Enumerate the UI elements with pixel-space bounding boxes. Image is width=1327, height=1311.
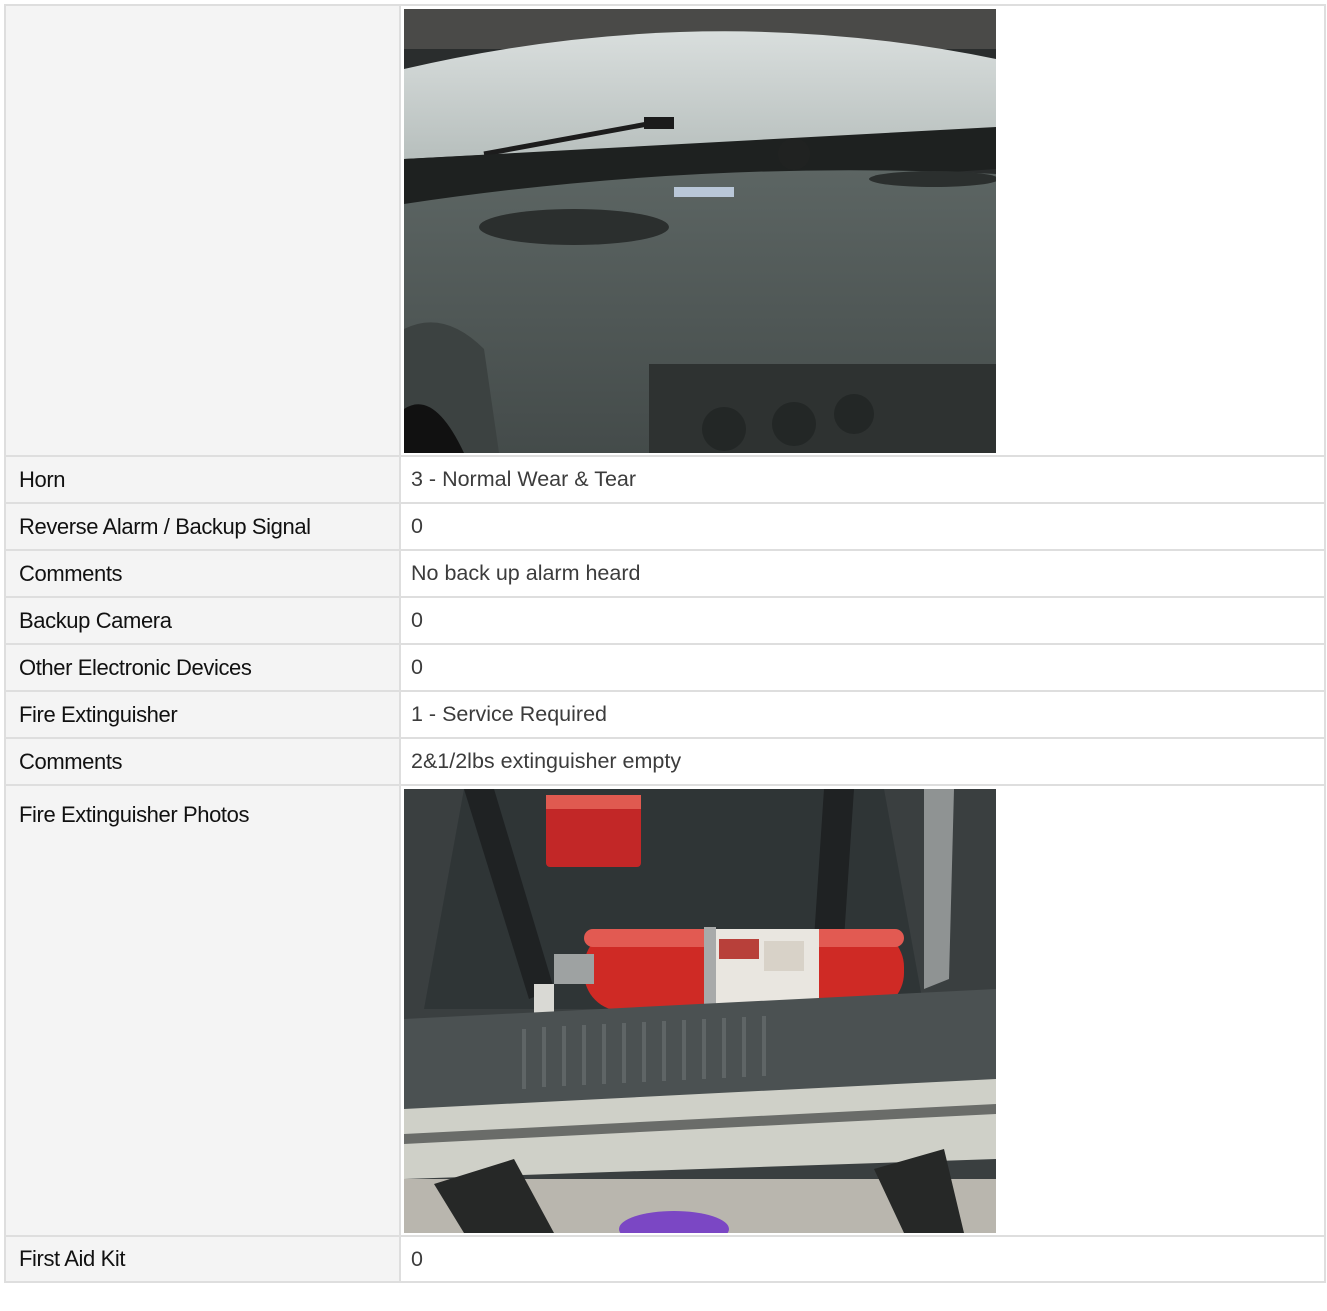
table-row: Comments No back up alarm heard: [4, 549, 1326, 598]
table-row: Other Electronic Devices 0: [4, 643, 1326, 692]
row-label: Fire Extinguisher Photos: [4, 784, 401, 1237]
table-row: Fire Extinguisher Photos: [4, 784, 1326, 1237]
table-row: Fire Extinguisher 1 - Service Required: [4, 690, 1326, 739]
table-row: Comments 2&1/2lbs extinguisher empty: [4, 737, 1326, 786]
table-row: Horn 3 - Normal Wear & Tear: [4, 455, 1326, 504]
row-value: 0: [399, 502, 1326, 551]
row-label: Reverse Alarm / Backup Signal: [4, 502, 401, 551]
row-value: 0: [399, 1235, 1326, 1283]
table-row: First Aid Kit 0: [4, 1235, 1326, 1283]
row-value: 1 - Service Required: [399, 690, 1326, 739]
row-label: Fire Extinguisher: [4, 690, 401, 739]
row-label: First Aid Kit: [4, 1235, 401, 1283]
table-row: Reverse Alarm / Backup Signal 0: [4, 502, 1326, 551]
row-label: [4, 4, 401, 457]
row-label: Comments: [4, 549, 401, 598]
row-value: No back up alarm heard: [399, 549, 1326, 598]
row-photo-cell: [399, 4, 1326, 457]
table-row: Backup Camera 0: [4, 596, 1326, 645]
row-value: 0: [399, 643, 1326, 692]
row-value: 2&1/2lbs extinguisher empty: [399, 737, 1326, 786]
row-photo-cell: [399, 784, 1326, 1237]
fire-extinguisher-photo[interactable]: [404, 789, 996, 1233]
row-label: Comments: [4, 737, 401, 786]
row-label: Other Electronic Devices: [4, 643, 401, 692]
inspection-table: Horn 3 - Normal Wear & Tear Reverse Alar…: [4, 4, 1326, 1283]
row-value: 0: [399, 596, 1326, 645]
row-value: 3 - Normal Wear & Tear: [399, 455, 1326, 504]
row-label: Horn: [4, 455, 401, 504]
dashboard-photo[interactable]: [404, 9, 996, 453]
row-label: Backup Camera: [4, 596, 401, 645]
table-row: [4, 4, 1326, 457]
